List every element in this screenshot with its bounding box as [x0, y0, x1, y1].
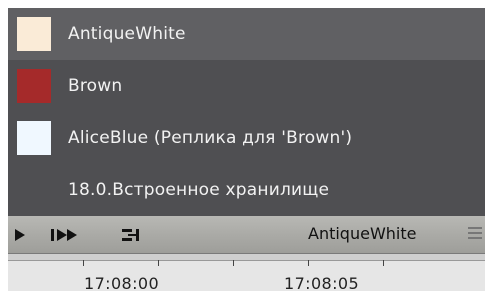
archive-item-brown[interactable]: Brown — [8, 60, 485, 112]
archive-item-label: AntiqueWhite — [68, 24, 186, 44]
play-icon[interactable] — [12, 225, 28, 245]
color-swatch — [17, 121, 51, 155]
current-archive-label: AntiqueWhite — [308, 224, 417, 243]
archive-item-aliceblue[interactable]: AliceBlue (Реплика для 'Brown') — [8, 112, 485, 164]
menu-grip-icon[interactable] — [468, 227, 482, 241]
color-swatch — [17, 17, 51, 51]
timeline-tick — [383, 260, 384, 266]
archive-item-label: AliceBlue (Реплика для 'Brown') — [68, 128, 353, 148]
archive-item-label: 18.0.Встроенное хранилище — [68, 180, 330, 200]
archive-item-builtin-storage[interactable]: 18.0.Встроенное хранилище — [8, 164, 485, 216]
playback-toolbar: AntiqueWhite — [8, 216, 485, 253]
timeline-tick — [158, 260, 159, 266]
color-swatch — [17, 69, 51, 103]
timeline-tick — [233, 260, 234, 266]
archive-item-label: Brown — [68, 76, 123, 96]
export-icon[interactable] — [120, 225, 146, 245]
timeline-tick — [308, 260, 309, 266]
timeline[interactable]: 17:08:00 17:08:05 — [8, 253, 485, 293]
archive-selector-panel: AntiqueWhite Brown AliceBlue (Реплика дл… — [8, 8, 485, 293]
timeline-time-label: 17:08:05 — [284, 274, 360, 293]
timeline-track — [8, 254, 485, 261]
archive-item-antiquewhite[interactable]: AntiqueWhite — [8, 8, 485, 60]
timeline-tick — [83, 260, 84, 266]
step-forward-icon[interactable] — [48, 225, 84, 245]
timeline-time-label: 17:08:00 — [84, 274, 160, 293]
